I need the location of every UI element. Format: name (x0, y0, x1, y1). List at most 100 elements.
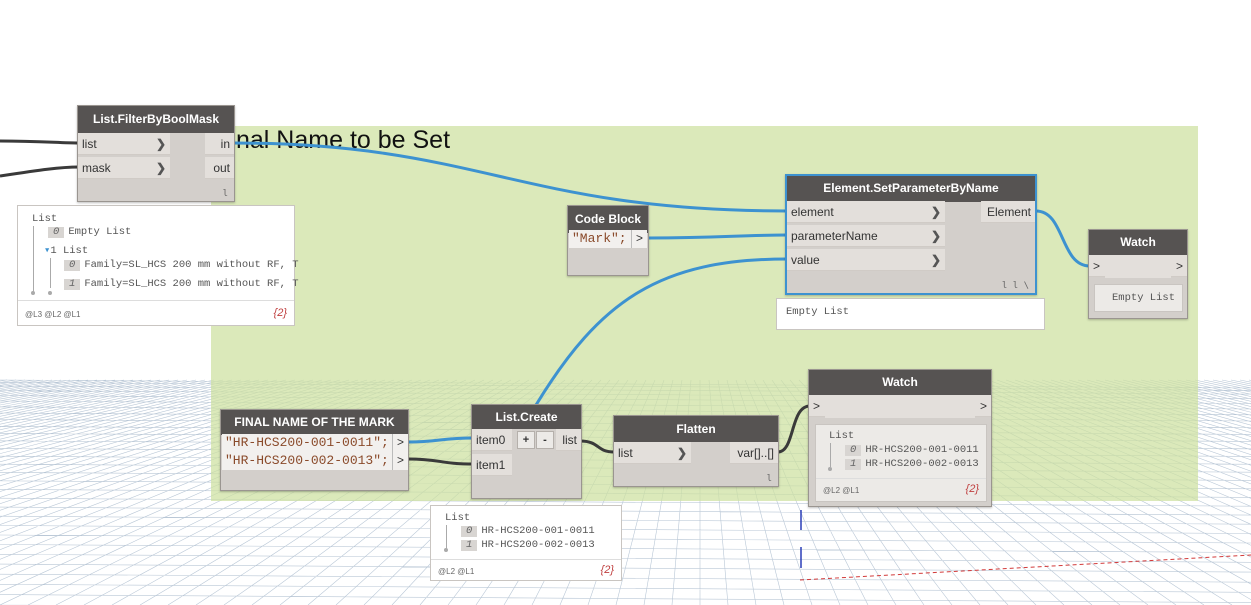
tree-line (50, 258, 51, 288)
tree-index: 0 (48, 227, 65, 238)
input-port[interactable]: > (1089, 255, 1105, 277)
list-create-node[interactable]: List.Create item0 item1 + - list (471, 404, 582, 499)
filter-preview-bubble[interactable]: List 0 Empty List ▾1 List 0 Family=SL_HCS … (17, 205, 299, 326)
node-title[interactable]: Element.SetParameterByName (787, 176, 1035, 202)
port-label: list (618, 446, 633, 460)
tree-item: 0 Empty List (48, 226, 131, 238)
item-count: {2} (965, 483, 979, 495)
output-port-var[interactable]: var[]..[] (730, 442, 778, 464)
tree-line (33, 226, 34, 294)
tree-value: List (62, 245, 89, 257)
tree-index: 1 (845, 459, 862, 470)
chevron-right-icon: ❯ (155, 161, 166, 175)
node-title[interactable]: Watch (809, 370, 991, 395)
chevron-right-icon: ❯ (930, 205, 941, 219)
flatten-node[interactable]: Flatten list ❯ var[]..[] l (613, 415, 779, 487)
tree-item[interactable]: ▾1 List (44, 244, 88, 257)
set-parameter-preview[interactable]: Empty List (776, 298, 1045, 330)
output-port-out[interactable]: out (205, 157, 234, 179)
list-levels[interactable]: @L2 @L1 (438, 567, 474, 576)
tree-item: 1 HR-HCS200-002-0013 (845, 458, 979, 470)
tree-root-label: List (32, 213, 58, 225)
tree-line (830, 443, 831, 467)
tree-item: 1 HR-HCS200-002-0013 (461, 539, 595, 551)
code-editor-line[interactable]: "Mark"; (569, 230, 631, 248)
node-title[interactable]: Watch (1089, 230, 1187, 255)
port-bar (1105, 255, 1171, 278)
add-input-button[interactable]: + (517, 431, 535, 449)
code-editor-line[interactable]: "HR-HCS200-002-0013"; (222, 452, 392, 470)
set-parameter-by-name-node[interactable]: Element.SetParameterByName element ❯ par… (785, 174, 1037, 295)
tree-value: Empty List (68, 226, 132, 238)
input-port-list[interactable]: list ❯ (78, 133, 170, 155)
port-label: value (791, 253, 820, 267)
tree-item: 0 HR-HCS200-001-0011 (845, 444, 979, 456)
tree-line (446, 525, 447, 549)
filter-by-bool-mask-node[interactable]: List.FilterByBoolMask list ❯ mask ❯ in o… (77, 105, 235, 202)
node-title[interactable]: Code Block (568, 206, 648, 233)
input-port-parametername[interactable]: parameterName ❯ (787, 225, 945, 247)
chevron-right-icon: ❯ (930, 253, 941, 267)
watch-value: Empty List (1112, 292, 1176, 304)
tree-end-dot (48, 291, 52, 295)
tree-item: 1 Family=SL_HCS 200 mm without RF, T (64, 278, 299, 290)
watch-node-top[interactable]: Watch > > Empty List (1088, 229, 1188, 319)
item-count: {2} (273, 307, 287, 319)
input-port-element[interactable]: element ❯ (787, 201, 945, 223)
group-title[interactable]: nal Name to be Set (236, 126, 450, 155)
port-bar (825, 395, 975, 418)
tree-index: 0 (64, 260, 81, 271)
chevron-right-icon: ❯ (930, 229, 941, 243)
list-levels[interactable]: @L2 @L1 (823, 486, 859, 495)
node-title[interactable]: FINAL NAME OF THE MARK (221, 410, 408, 435)
lacing-indicator[interactable]: l (223, 189, 228, 199)
input-port-item0[interactable]: item0 (472, 429, 512, 451)
output-port-2[interactable]: > (392, 452, 408, 470)
input-port-item1[interactable]: item1 (472, 454, 512, 476)
item-count: {2} (600, 564, 614, 576)
port-label: mask (82, 161, 111, 175)
final-name-code-block[interactable]: FINAL NAME OF THE MARK "HR-HCS200-001-00… (220, 409, 409, 491)
tree-value: HR-HCS200-001-0011 (481, 525, 595, 537)
tree-end-dot (828, 467, 832, 471)
list-levels[interactable]: @L3 @L2 @L1 (25, 310, 81, 319)
tree-root-label: List (829, 430, 855, 442)
tree-value: HR-HCS200-001-0011 (865, 444, 979, 456)
input-port-list[interactable]: list ❯ (614, 442, 691, 464)
watch-node-bottom[interactable]: Watch > > List 0 HR-HCS200-001-0011 1 HR-H… (808, 369, 992, 507)
divider (816, 478, 986, 479)
code-editor-line[interactable]: "HR-HCS200-001-0011"; (222, 434, 392, 452)
output-port-1[interactable]: > (392, 434, 408, 452)
output-port-in[interactable]: in (205, 133, 234, 155)
tree-index: 0 (845, 445, 862, 456)
lacing-indicator[interactable]: l (767, 474, 772, 484)
output-port[interactable]: > (975, 395, 991, 417)
output-port-element[interactable]: Element (981, 201, 1035, 223)
input-port-value[interactable]: value ❯ (787, 249, 945, 271)
watch-content[interactable]: Empty List (1094, 284, 1183, 312)
code-block-node[interactable]: Code Block "Mark"; > (567, 205, 649, 276)
lacing-indicator[interactable]: l l \ (1002, 281, 1029, 291)
divider (431, 559, 621, 560)
output-port[interactable]: > (631, 230, 647, 248)
dynamo-canvas[interactable]: nal Name to be Set List.FilterByBoolMask… (0, 0, 1251, 605)
chevron-right-icon: ❯ (676, 446, 687, 460)
watch-content[interactable]: List 0 HR-HCS200-001-0011 1 HR-HCS200-002-… (815, 424, 987, 502)
node-title[interactable]: Flatten (614, 416, 778, 442)
remove-input-button[interactable]: - (536, 431, 554, 449)
node-title[interactable]: List.Create (472, 405, 581, 429)
list-create-preview[interactable]: List 0 HR-HCS200-001-0011 1 HR-HCS200-002-… (430, 505, 622, 581)
tree-end-dot (31, 291, 35, 295)
input-port[interactable]: > (809, 395, 825, 417)
tree-index: 1 (461, 540, 478, 551)
input-port-mask[interactable]: mask ❯ (78, 157, 170, 179)
tree-end-dot (444, 548, 448, 552)
output-port-list[interactable]: list (556, 429, 581, 451)
tree-index: 0 (461, 526, 478, 537)
tree-item: 0 Family=SL_HCS 200 mm without RF, T (64, 259, 299, 271)
tree-value: Family=SL_HCS 200 mm without RF, T (84, 259, 299, 271)
node-title[interactable]: List.FilterByBoolMask (78, 106, 234, 133)
port-label: list (82, 137, 97, 151)
output-port[interactable]: > (1171, 255, 1187, 277)
tree-root-label: List (445, 512, 471, 524)
